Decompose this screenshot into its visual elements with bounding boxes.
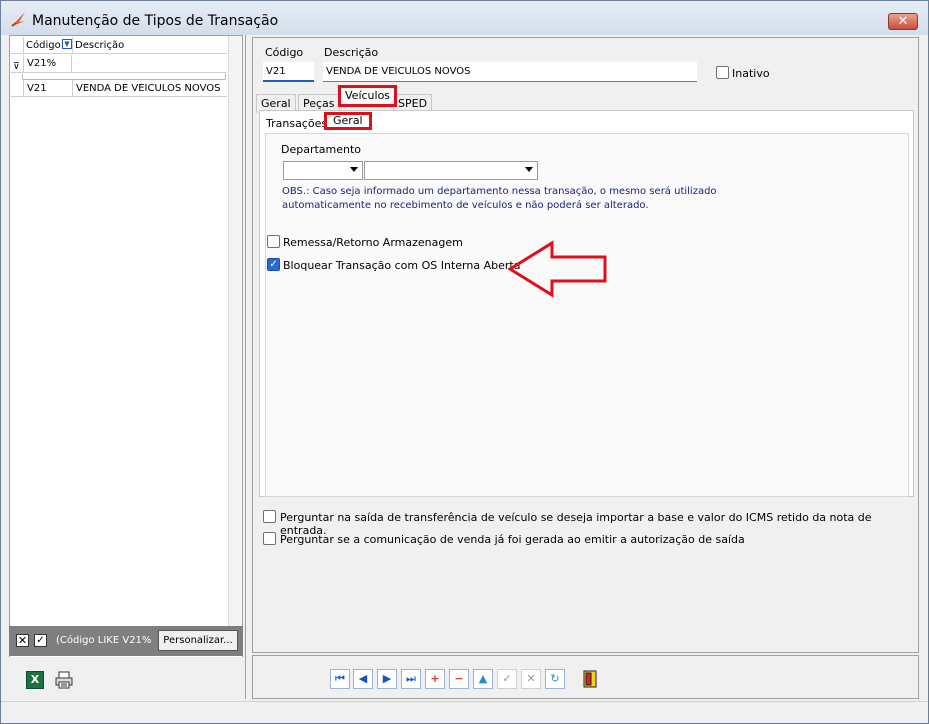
- prior-record-icon[interactable]: ◀: [353, 669, 373, 689]
- remessa-label: Remessa/Retorno Armazenagem: [283, 236, 463, 249]
- chevron-down-icon: [525, 167, 533, 172]
- row-descricao: VENDA DE VEICULOS NOVOS: [72, 80, 227, 97]
- geral-subtab-content: Departamento OBS.: Caso seja informado u…: [265, 133, 909, 497]
- insert-record-icon[interactable]: +: [425, 669, 445, 689]
- detail-panel: Código Descrição V21 VENDA DE VEICULOS N…: [252, 37, 919, 653]
- first-record-icon[interactable]: ⏮: [330, 669, 350, 689]
- export-toolbar: X: [9, 657, 243, 699]
- active-filter-bar: ✕ ✓ (Código LIKE V21% Personalizar...: [9, 626, 243, 656]
- veiculos-tab-content: Transações Geral Departamento OBS.: Caso…: [259, 110, 914, 497]
- tab-veiculos[interactable]: Veículos: [338, 85, 398, 107]
- perguntar-comunicacao-checkbox[interactable]: [263, 532, 276, 545]
- title-bar: Manutenção de Tipos de Transação ✕: [1, 1, 928, 35]
- departamento-name-select[interactable]: [364, 161, 538, 180]
- grid-filter-row: ⊽ V21%: [11, 55, 227, 73]
- exit-door-icon[interactable]: [580, 669, 600, 689]
- inativo-label: Inativo: [732, 67, 770, 80]
- grid-header: Código ▼ Descrição: [11, 37, 227, 54]
- grid-scrollbar[interactable]: [228, 36, 242, 626]
- cancel-record-icon[interactable]: ✕: [521, 669, 541, 689]
- export-excel-icon[interactable]: X: [26, 671, 44, 689]
- print-icon[interactable]: [55, 671, 73, 689]
- sort-icon[interactable]: ▼: [62, 39, 72, 49]
- table-row[interactable]: V21 VENDA DE VEICULOS NOVOS: [11, 80, 227, 97]
- filter-icon: ⊽: [13, 62, 20, 72]
- descricao-field[interactable]: VENDA DE VEICULOS NOVOS: [323, 62, 697, 82]
- record-grid: Código ▼ Descrição ⊽ V21% V21 VENDA DE V…: [9, 35, 243, 699]
- edit-record-icon[interactable]: ▲: [473, 669, 493, 689]
- descricao-label: Descrição: [324, 46, 379, 59]
- obs-line-2: automaticamente no recebimento de veícul…: [282, 200, 649, 211]
- close-button[interactable]: ✕: [888, 13, 918, 30]
- bloquear-label: Bloquear Transação com OS Interna Aberta: [283, 259, 521, 272]
- column-header-descricao[interactable]: Descrição: [72, 37, 226, 54]
- window-title: Manutenção de Tipos de Transação: [32, 13, 279, 29]
- filter-expression: (Código LIKE V21%: [56, 635, 152, 646]
- departamento-label: Departamento: [281, 143, 362, 156]
- perguntar-transferencia-checkbox[interactable]: [263, 510, 276, 523]
- perguntar-comunicacao-label: Perguntar se a comunicação de venda já f…: [280, 533, 745, 546]
- codigo-label: Código: [265, 46, 304, 59]
- inativo-checkbox[interactable]: [716, 66, 729, 79]
- post-record-icon[interactable]: ✓: [497, 669, 517, 689]
- departamento-code-select[interactable]: [283, 161, 363, 180]
- bloquear-checkbox[interactable]: ✓: [267, 258, 280, 271]
- status-bar: [1, 701, 928, 723]
- subtab-geral[interactable]: Geral: [324, 112, 372, 130]
- clear-filter-icon[interactable]: ✕: [16, 634, 29, 647]
- last-record-icon[interactable]: ⏭: [401, 669, 421, 689]
- refresh-icon[interactable]: ↻: [545, 669, 565, 689]
- panel-splitter[interactable]: [245, 35, 251, 699]
- main-window: Manutenção de Tipos de Transação ✕ Códig…: [0, 0, 929, 724]
- record-navigator: ⏮ ◀ ▶ ⏭ + − ▲ ✓ ✕ ↻: [252, 655, 919, 699]
- obs-line-1: OBS.: Caso seja informado um departament…: [282, 186, 717, 197]
- subtab-transacoes[interactable]: Transações: [266, 115, 327, 133]
- app-logo-icon: [11, 12, 25, 27]
- row-codigo: V21: [23, 80, 72, 97]
- annotation-arrow-icon: [507, 240, 607, 298]
- customize-filter-button[interactable]: Personalizar...: [158, 630, 238, 651]
- remessa-checkbox[interactable]: [267, 235, 280, 248]
- chevron-down-icon: [350, 167, 358, 172]
- codigo-field[interactable]: V21: [263, 62, 314, 82]
- filter-enabled-checkbox[interactable]: ✓: [34, 634, 47, 647]
- codigo-filter-input[interactable]: V21%: [23, 55, 72, 73]
- next-record-icon[interactable]: ▶: [377, 669, 397, 689]
- delete-record-icon[interactable]: −: [449, 669, 469, 689]
